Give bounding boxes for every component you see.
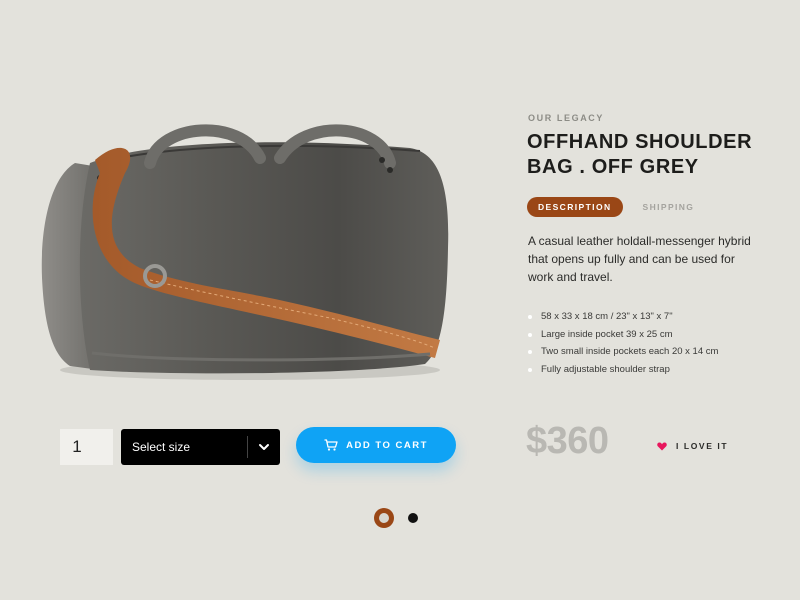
carousel-dot[interactable] bbox=[408, 513, 418, 523]
quantity-value[interactable]: 1 bbox=[60, 429, 94, 465]
carousel-dot-active[interactable] bbox=[374, 508, 394, 528]
love-it-label: I LOVE IT bbox=[676, 441, 729, 451]
spec-item: 58 x 33 x 18 cm / 23" x 13" x 7" bbox=[528, 310, 718, 328]
love-it-button[interactable]: I LOVE IT bbox=[657, 441, 728, 451]
product-title: OFFHAND SHOULDER BAG . OFF GREY bbox=[527, 130, 787, 180]
add-to-cart-button[interactable]: ADD TO CART bbox=[296, 427, 456, 463]
quantity-stepper: 1 ▲ ▼ bbox=[60, 429, 170, 465]
cart-icon bbox=[324, 439, 338, 451]
tab-shipping[interactable]: SHIPPING bbox=[643, 202, 695, 212]
spec-item: Large inside pocket 39 x 25 cm bbox=[528, 328, 718, 346]
product-image bbox=[41, 124, 449, 380]
spec-item: Fully adjustable shoulder strap bbox=[528, 363, 718, 381]
product-title-line1: OFFHAND SHOULDER bbox=[527, 131, 753, 153]
add-to-cart-label: ADD TO CART bbox=[346, 439, 428, 451]
chevron-down-icon[interactable] bbox=[248, 429, 280, 465]
product-description: A casual leather holdall-messenger hybri… bbox=[528, 234, 751, 284]
size-select[interactable]: Select size bbox=[121, 429, 280, 465]
spec-item: Two small inside pockets each 20 x 14 cm bbox=[528, 345, 718, 363]
size-select-label: Select size bbox=[132, 440, 191, 454]
tab-description[interactable]: DESCRIPTION bbox=[527, 197, 623, 217]
brand-label: OUR LEGACY bbox=[528, 113, 605, 123]
price: $360 bbox=[526, 420, 609, 462]
info-tabs: DESCRIPTION SHIPPING bbox=[527, 197, 694, 217]
heart-icon bbox=[657, 442, 667, 450]
spec-list: 58 x 33 x 18 cm / 23" x 13" x 7" Large i… bbox=[528, 310, 718, 380]
product-title-line2: BAG . OFF GREY bbox=[527, 156, 699, 178]
